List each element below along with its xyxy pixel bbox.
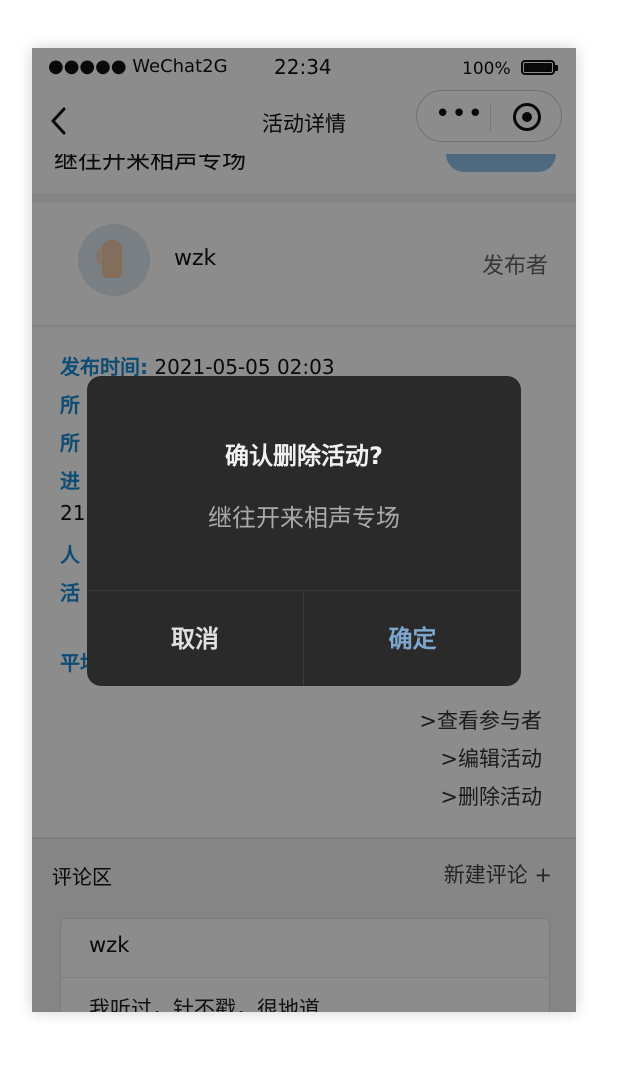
cancel-button[interactable]: 取消: [87, 591, 304, 686]
confirm-button[interactable]: 确定: [304, 591, 521, 686]
delete-confirm-dialog: 确认删除活动? 继往开来相声专场 取消 确定: [87, 376, 521, 686]
phone-screen: ●●●●● WeChat2G 22:34 100% 活动详情 ••• 继往开来相…: [32, 48, 576, 1012]
dialog-message: 继往开来相声专场: [208, 504, 400, 532]
dialog-title: 确认删除活动?: [225, 442, 383, 470]
dialog-actions: 取消 确定: [87, 590, 521, 686]
